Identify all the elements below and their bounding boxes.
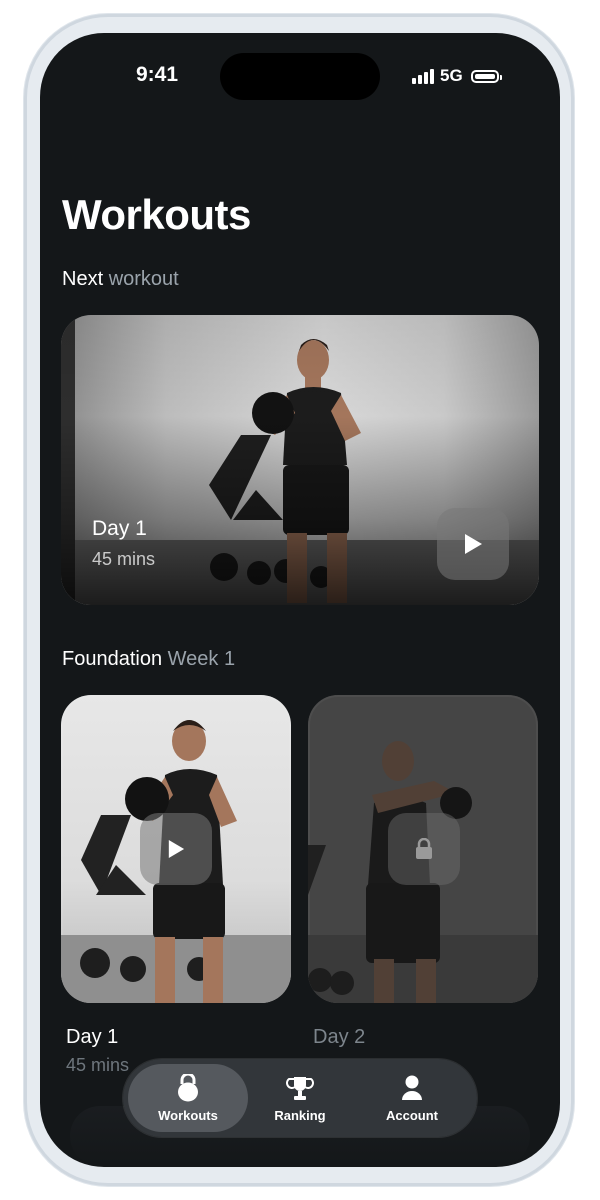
person-icon <box>402 1075 422 1100</box>
battery-icon <box>470 69 502 83</box>
trophy-icon <box>286 1076 314 1100</box>
app-screen: 9:41 5G Workouts Next workout Day 1 45 m… <box>40 33 560 1167</box>
lock-icon <box>416 838 432 859</box>
day-2-locked-button[interactable] <box>388 813 460 885</box>
next-workout-card[interactable]: Day 1 45 mins <box>61 315 539 605</box>
signal-icon <box>412 68 434 84</box>
network-label: 5G <box>440 66 463 85</box>
day-1-play-button[interactable] <box>140 813 212 885</box>
day-2-card[interactable] <box>308 695 538 1003</box>
tab-workouts[interactable]: Workouts <box>128 1064 248 1132</box>
kettlebell-icon <box>178 1073 198 1101</box>
day-1-duration: 45 mins <box>66 1055 130 1075</box>
status-indicators: 5G <box>412 66 502 86</box>
play-button[interactable] <box>437 508 509 580</box>
page-title: Workouts <box>62 191 251 238</box>
day-1-card[interactable] <box>61 695 291 1003</box>
next-workout-heading: Next workout <box>62 268 179 290</box>
day-2-title: Day 2 <box>313 1026 366 1048</box>
play-icon <box>465 534 482 554</box>
tab-bar: Workouts Ranking Account <box>123 1059 477 1137</box>
tab-account[interactable]: Account <box>352 1064 472 1132</box>
status-time: 9:41 <box>135 63 179 86</box>
play-icon <box>168 840 185 858</box>
next-workout-duration: 45 mins <box>92 549 156 569</box>
tab-ranking[interactable]: Ranking <box>240 1064 360 1132</box>
next-workout-title: Day 1 <box>92 517 147 540</box>
day-1-title: Day 1 <box>66 1026 119 1048</box>
program-heading: Foundation Week 1 <box>62 648 236 670</box>
dynamic-island <box>220 53 380 100</box>
